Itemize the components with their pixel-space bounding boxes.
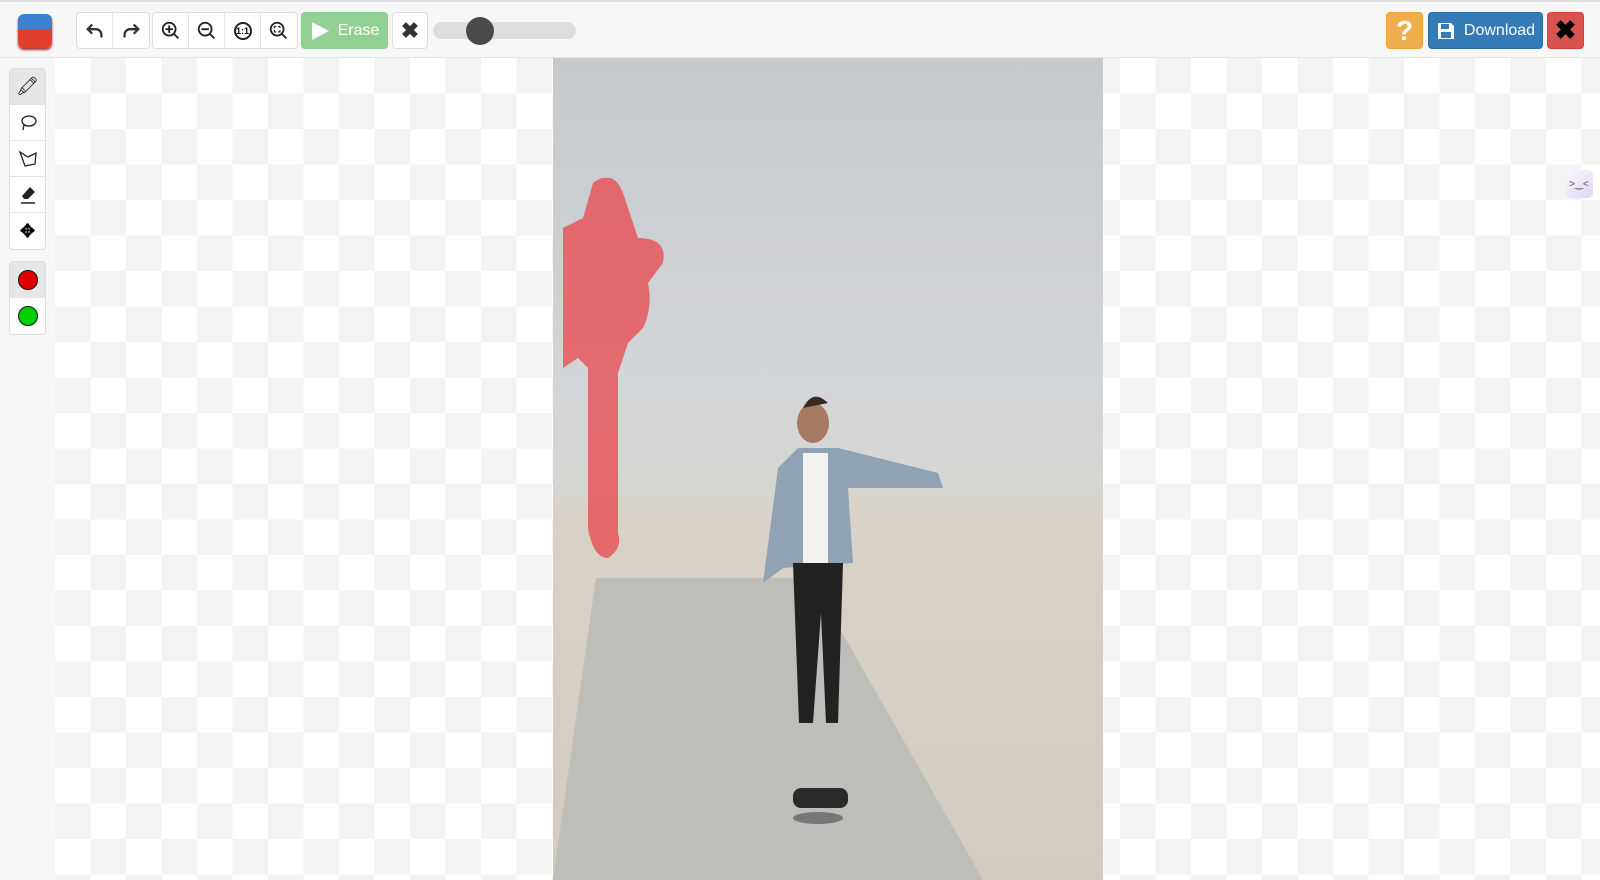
toolbar: 1:1 Erase ✖ ? Download ✖: [0, 0, 1600, 58]
color-remove-red[interactable]: [10, 262, 45, 298]
polygon-lasso-icon: [18, 149, 37, 167]
removal-mask-stroke: [563, 178, 664, 558]
brush-size-slider[interactable]: [433, 17, 576, 45]
undo-icon: [85, 23, 103, 37]
move-icon: ✥: [19, 220, 36, 241]
zoom-fit-button[interactable]: [261, 13, 297, 48]
color-keep-green[interactable]: [10, 298, 45, 334]
app-logo: [18, 14, 52, 48]
tool-marker[interactable]: 🖍: [10, 69, 45, 105]
redo-icon: [123, 23, 140, 37]
image-preview[interactable]: [553, 58, 1103, 880]
download-label: Download: [1463, 21, 1536, 39]
green-dot-icon: [17, 306, 38, 326]
undo-button[interactable]: [77, 13, 113, 48]
zoom-group: 1:1: [152, 12, 298, 49]
close-button[interactable]: ✖: [1547, 12, 1584, 49]
close-icon: ✖: [400, 17, 420, 43]
lasso-icon: [20, 114, 37, 130]
play-icon: [311, 21, 329, 40]
floppy-disk-icon: [1437, 22, 1454, 39]
close-icon: ✖: [1554, 15, 1577, 45]
redo-button[interactable]: [113, 13, 149, 48]
marker-icon: 🖍: [16, 76, 39, 96]
assistant-widget[interactable]: >‿<: [1565, 170, 1593, 198]
eraser-icon: [20, 186, 35, 204]
history-group: [76, 12, 150, 49]
photo-skateboarder: [763, 396, 943, 824]
question-icon: ?: [1395, 14, 1414, 46]
clear-mask-button[interactable]: ✖: [392, 12, 428, 49]
zoom-fit-icon: [269, 21, 287, 39]
erase-label: Erase: [337, 21, 380, 39]
zoom-actual-icon: 1:1: [233, 21, 252, 40]
tool-lasso[interactable]: [10, 105, 45, 141]
erase-button[interactable]: Erase: [301, 12, 388, 49]
slider-handle[interactable]: [465, 17, 494, 45]
zoom-in-icon: [161, 21, 179, 39]
tool-move[interactable]: ✥: [10, 213, 45, 249]
zoom-out-icon: [197, 21, 215, 39]
zoom-out-button[interactable]: [189, 13, 225, 48]
color-palette: [9, 261, 46, 335]
red-dot-icon: [17, 269, 38, 290]
zoom-in-button[interactable]: [153, 13, 189, 48]
download-button[interactable]: Download: [1428, 12, 1543, 49]
tool-polygon-lasso[interactable]: [10, 141, 45, 177]
help-button[interactable]: ?: [1386, 12, 1423, 49]
zoom-actual-button[interactable]: 1:1: [225, 13, 261, 48]
tool-eraser[interactable]: [10, 177, 45, 213]
tool-palette: 🖍 ✥: [9, 68, 46, 250]
face-icon: >‿<: [1569, 178, 1589, 190]
